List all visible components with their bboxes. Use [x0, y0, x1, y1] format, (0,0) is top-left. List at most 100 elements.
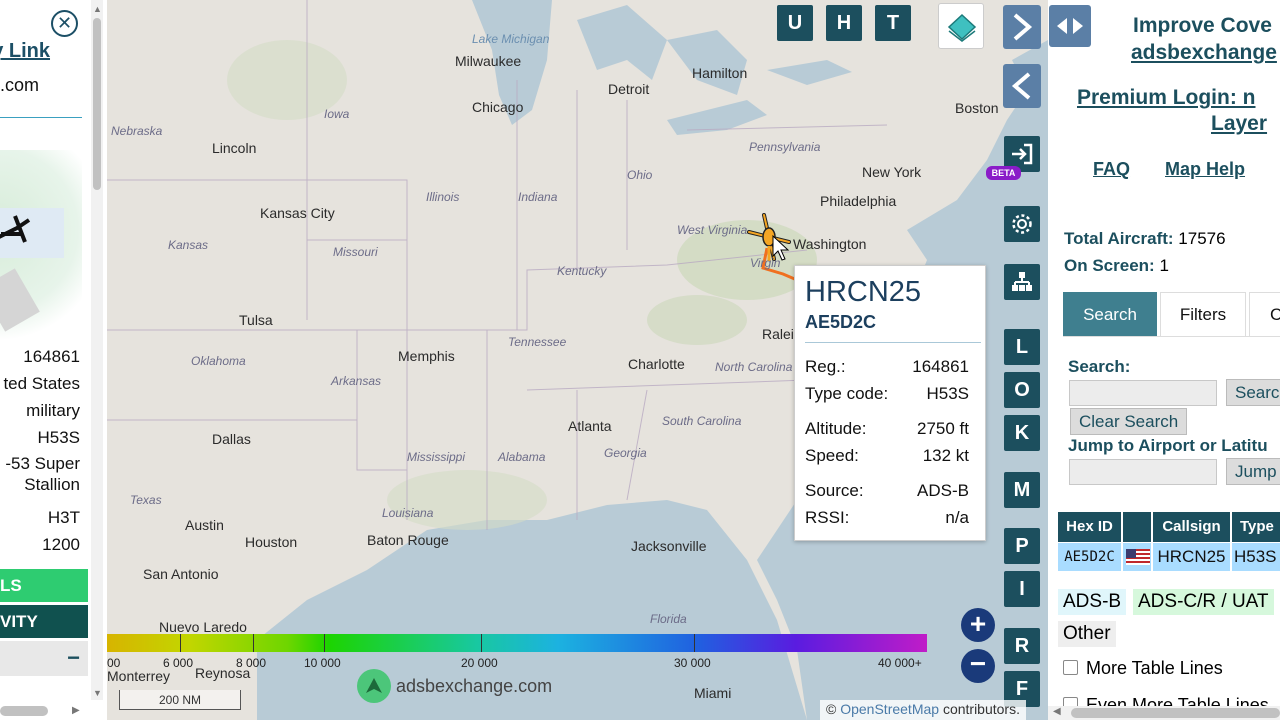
legend-label: 6 000 [163, 656, 194, 670]
source-tag-other: Other [1058, 621, 1116, 647]
button-h[interactable]: H [826, 5, 862, 41]
legend-tick [694, 634, 695, 652]
divider [1063, 336, 1280, 337]
faq-link[interactable]: FAQ [1093, 159, 1130, 180]
scale-bar: 200 NM [119, 690, 241, 710]
collapse-icon[interactable]: − [67, 645, 80, 671]
city-label: Charlotte [628, 356, 685, 372]
button-i[interactable]: I [1004, 571, 1040, 607]
button-l[interactable]: L [1004, 329, 1040, 365]
legend-label: 8 000 [236, 656, 267, 670]
gear-icon [1012, 214, 1032, 234]
adsbexchange-link[interactable]: adsbexchange [1131, 41, 1277, 65]
search-label: Search: [1068, 357, 1131, 376]
column-type[interactable]: Type [1232, 512, 1280, 542]
total-aircraft: Total Aircraft: 17576 [1064, 229, 1226, 249]
city-label: Miami [694, 685, 732, 701]
close-icon[interactable]: ✕ [51, 10, 78, 37]
state-label: Tennessee [508, 335, 567, 349]
premium-login-link[interactable]: Premium Login: n [1077, 86, 1256, 110]
button-o[interactable]: O [1004, 372, 1040, 408]
minus-icon: − [969, 648, 987, 679]
legend-label: 10 000 [304, 656, 341, 670]
scroll-left-icon[interactable]: ◀ [1053, 706, 1061, 717]
state-label: Mississippi [407, 450, 466, 464]
more-lines-checkbox[interactable] [1063, 660, 1078, 675]
type-desc-line1: -53 Super [5, 454, 80, 473]
collapse-bar[interactable]: − [0, 641, 88, 676]
button-r[interactable]: R [1004, 628, 1040, 664]
row-hex[interactable]: AE5D2C [1058, 543, 1121, 571]
copy-link[interactable]: py Link [0, 40, 50, 63]
column-callsign[interactable]: Callsign [1153, 512, 1230, 542]
city-label: San Antonio [143, 566, 219, 582]
category-value: military [26, 401, 80, 420]
chevron-right-icon [1013, 13, 1033, 41]
city-label: Philadelphia [820, 193, 897, 209]
button-m[interactable]: M [1004, 472, 1040, 508]
horizontal-scroll-thumb[interactable] [1071, 708, 1280, 718]
zoom-out-button[interactable]: − [961, 649, 995, 683]
site-link[interactable]: e.com [0, 75, 39, 96]
collapse-left-button[interactable] [1003, 64, 1041, 108]
button-t[interactable]: T [875, 5, 911, 41]
map-help-link[interactable]: Map Help [1165, 159, 1245, 180]
clear-search-button[interactable]: Clear Search [1070, 408, 1188, 435]
row-type[interactable]: H53S [1232, 543, 1280, 571]
details-button[interactable]: LS [0, 569, 88, 602]
row-flag[interactable] [1123, 543, 1151, 571]
button-k[interactable]: K [1004, 415, 1040, 451]
total-aircraft-label: Total Aircraft: [1064, 229, 1174, 248]
jump-input[interactable] [1069, 459, 1217, 485]
tab-other[interactable]: C [1249, 292, 1280, 336]
button-u[interactable]: U [777, 5, 813, 41]
expand-panel-button[interactable] [1003, 5, 1041, 49]
state-label: Illinois [426, 190, 460, 204]
tab-search[interactable]: Search [1063, 292, 1157, 336]
state-label: Arkansas [331, 374, 382, 388]
search-button[interactable]: Searc [1226, 379, 1280, 406]
search-input[interactable] [1069, 380, 1217, 406]
helicopter-icon [0, 215, 31, 243]
popup-hex: AE5D2C [805, 312, 877, 332]
tab-filters[interactable]: Filters [1160, 292, 1246, 336]
openstreetmap-link[interactable]: OpenStreetMap [840, 701, 939, 717]
aircraft-info-popup[interactable]: HRCN25 AE5D2C Reg.: 164861 Type code: H5… [794, 265, 986, 541]
hierarchy-button[interactable] [1004, 264, 1040, 300]
popup-value: H53S [926, 384, 969, 403]
improve-coverage-title: Improve Cove [1133, 14, 1272, 37]
vertical-scroll-thumb[interactable] [93, 18, 101, 190]
divider [805, 342, 981, 343]
popup-value: 132 kt [922, 446, 969, 465]
premium-login-link-2[interactable]: Layer [1211, 112, 1267, 136]
beta-badge: BETA [986, 166, 1021, 180]
state-label: Kentucky [557, 264, 607, 278]
attribution: © OpenStreetMap contributors. [820, 700, 1026, 720]
right-panel: Improve Cove adsbexchange Premium Login:… [1048, 0, 1280, 720]
zoom-in-button[interactable]: + [961, 608, 995, 642]
activity-button[interactable]: VITY [0, 605, 88, 638]
state-label: Pennsylvania [749, 140, 821, 154]
button-p[interactable]: P [1004, 528, 1040, 564]
column-hex-id[interactable]: Hex ID [1058, 512, 1121, 542]
washington-label-wrap: Washington [793, 236, 883, 256]
watermark-text: adsbexchange.com [396, 676, 553, 696]
adsbx-logo-icon [357, 669, 391, 703]
row-callsign[interactable]: HRCN25 [1153, 543, 1230, 571]
jump-label: Jump to Airport or Latitu [1068, 436, 1268, 455]
settings-button[interactable] [1004, 206, 1040, 242]
city-label: Hamilton [692, 65, 748, 81]
horizontal-scroll-thumb[interactable] [0, 706, 48, 716]
scroll-up-icon[interactable]: ▲ [93, 4, 102, 14]
state-label: West Virginia [677, 223, 748, 237]
scroll-right-icon[interactable]: ▶ [72, 705, 80, 716]
layers-button[interactable] [938, 3, 984, 49]
column-flag[interactable] [1123, 512, 1151, 542]
scroll-down-icon[interactable]: ▼ [93, 688, 102, 698]
legend-tick [253, 634, 254, 652]
popup-label: RSSI: [805, 508, 850, 527]
jump-button[interactable]: Jump [1226, 458, 1280, 485]
city-label: Baton Rouge [367, 532, 449, 548]
toggle-sidebar-button[interactable] [1049, 5, 1091, 47]
plus-icon: + [969, 608, 987, 639]
